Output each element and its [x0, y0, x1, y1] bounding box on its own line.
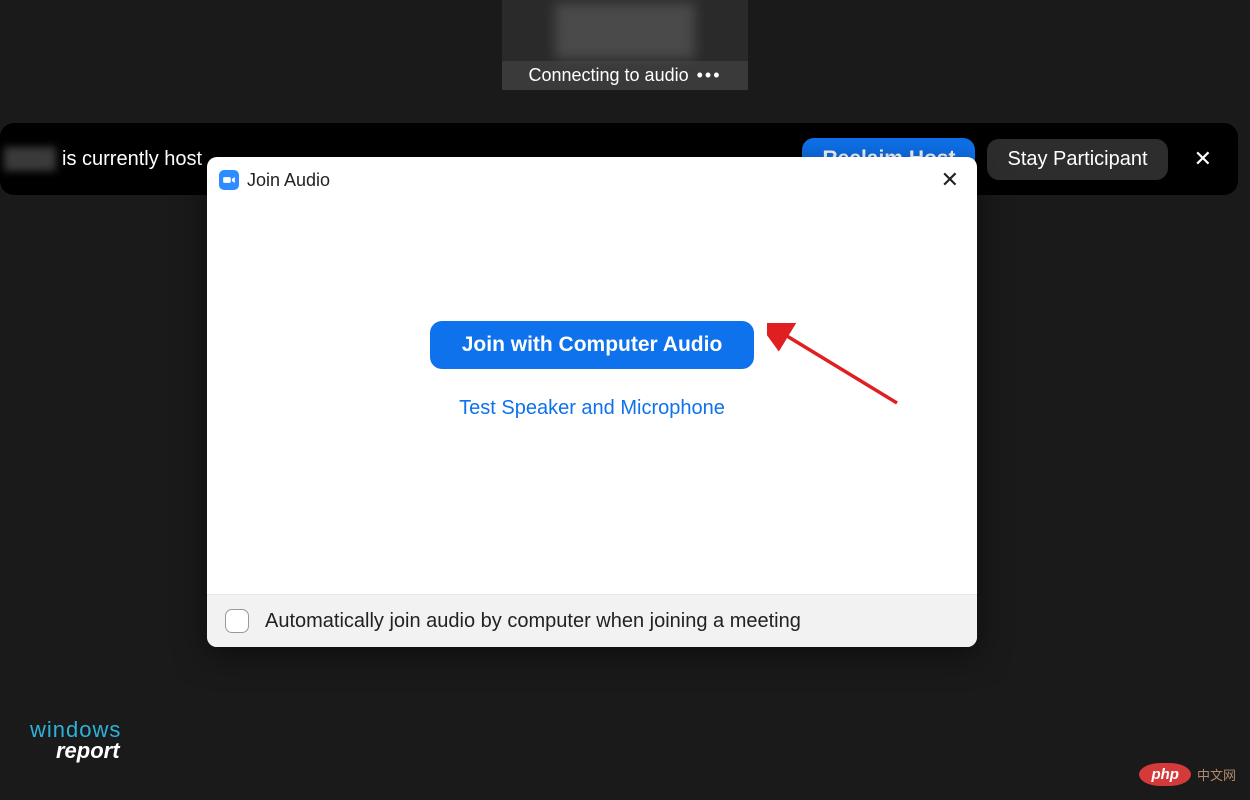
dialog-titlebar: Join Audio ✕: [207, 157, 977, 203]
video-thumbnail-blurred: [555, 3, 695, 59]
dialog-close-icon[interactable]: ✕: [935, 165, 965, 195]
username-blurred: [4, 147, 56, 171]
video-tile: Connecting to audio •••: [502, 0, 748, 90]
auto-join-audio-label: Automatically join audio by computer whe…: [265, 610, 801, 633]
close-icon[interactable]: ✕: [1186, 142, 1220, 176]
join-with-computer-audio-button[interactable]: Join with Computer Audio: [430, 321, 755, 369]
watermark-line2: report: [30, 741, 121, 762]
join-audio-dialog: Join Audio ✕ Join with Computer Audio Te…: [207, 157, 977, 647]
dialog-footer: Automatically join audio by computer whe…: [207, 594, 977, 647]
windows-report-watermark: windows report: [30, 720, 121, 762]
auto-join-audio-checkbox[interactable]: [225, 609, 249, 633]
dialog-title: Join Audio: [247, 170, 927, 191]
loading-dots-icon: •••: [697, 65, 722, 86]
dialog-body: Join with Computer Audio Test Speaker an…: [207, 203, 977, 594]
red-arrow-annotation-icon: [767, 323, 907, 413]
php-text: 中文网: [1197, 765, 1236, 784]
zoom-app-icon: [219, 170, 239, 190]
php-badge: php: [1139, 763, 1191, 786]
stay-participant-button[interactable]: Stay Participant: [987, 139, 1167, 180]
connecting-audio-status: Connecting to audio •••: [502, 61, 748, 90]
test-speaker-microphone-link[interactable]: Test Speaker and Microphone: [459, 397, 725, 420]
status-text: Connecting to audio: [528, 65, 688, 86]
php-watermark: php 中文网: [1139, 763, 1236, 786]
